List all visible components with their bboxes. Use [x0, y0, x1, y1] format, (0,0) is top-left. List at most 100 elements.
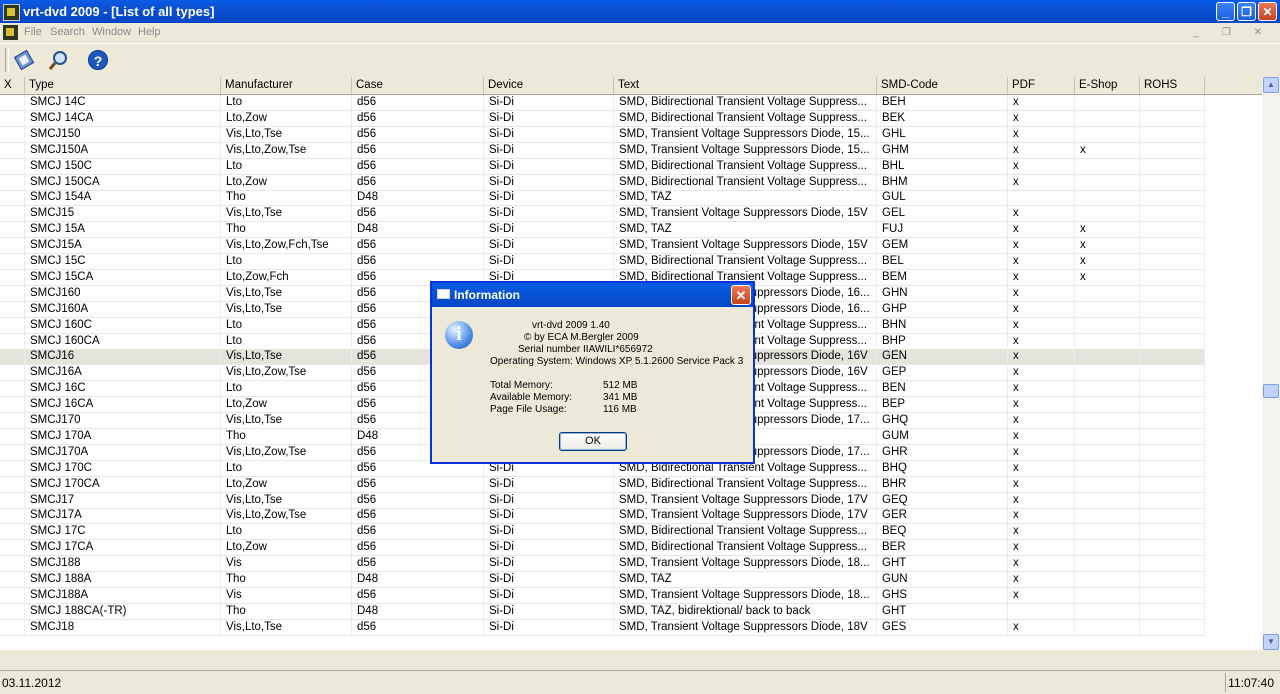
column-header-type[interactable]: Type — [25, 77, 221, 94]
cell-manufacturer: Lto,Zow — [221, 110, 352, 127]
table-row[interactable]: SMCJ 17C Lto d56 Si-Di SMD, Bidirectional Tr… — [0, 524, 1205, 541]
table-row[interactable]: SMCJ150A Vis,Lto,Zow,Tse d56 Si-Di SMD, Tran… — [0, 142, 1205, 159]
cell-case: d56 — [352, 524, 484, 541]
dialog-version: vrt-dvd 2009 1.40 — [532, 320, 610, 331]
table-row[interactable]: SMCJ 188CA(-TR) Tho D48 Si-Di SMD, TAZ, bidi… — [0, 603, 1205, 620]
help-button[interactable]: ? — [86, 48, 110, 72]
cell-case: d56 — [352, 238, 484, 255]
table-row[interactable]: SMCJ15A Vis,Lto,Zow,Fch,Tse d56 Si-Di SMD, T… — [0, 238, 1205, 255]
table-row[interactable]: SMCJ 170CA Lto,Zow d56 Si-Di SMD, Bidirectio… — [0, 476, 1205, 493]
cell-device: Si-Di — [484, 572, 614, 588]
cell-smd-code: GHP — [877, 301, 1008, 318]
table-row[interactable]: SMCJ 15A Tho D48 Si-Di SMD, TAZ FUJ x x — [0, 222, 1205, 239]
cell-text: SMD, Transient Voltage Suppressors Diode… — [614, 556, 877, 573]
close-button[interactable]: ✕ — [1258, 2, 1277, 21]
cell-pdf: x — [1008, 110, 1075, 127]
cell-case: d56 — [352, 126, 484, 143]
table-row[interactable]: SMCJ15 Vis,Lto,Tse d56 Si-Di SMD, Transient … — [0, 206, 1205, 223]
cell-manufacturer: Vis,Lto,Zow,Fch,Tse — [221, 238, 352, 255]
cell-x — [0, 365, 25, 382]
table-row[interactable]: SMCJ17 Vis,Lto,Tse d56 Si-Di SMD, Transient … — [0, 492, 1205, 509]
cell-case: d56 — [352, 206, 484, 223]
cell-pdf: x — [1008, 333, 1075, 350]
table-row[interactable]: SMCJ18 Vis,Lto,Tse d56 Si-Di SMD, Transient … — [0, 619, 1205, 636]
table-row[interactable]: SMCJ 17CA Lto,Zow d56 Si-Di SMD, Bidirection… — [0, 540, 1205, 557]
table-row[interactable]: SMCJ 154A Tho D48 Si-Di SMD, TAZ GUL — [0, 190, 1205, 207]
cell-manufacturer: Lto — [221, 460, 352, 477]
search-button[interactable] — [46, 48, 70, 72]
menu-help[interactable]: Help — [138, 26, 161, 38]
cell-smd-code: GHR — [877, 444, 1008, 461]
column-header-device[interactable]: Device — [484, 77, 614, 94]
cell-pdf: x — [1008, 95, 1075, 111]
cell-case: d56 — [352, 158, 484, 175]
cell-type: SMCJ170 — [25, 413, 221, 429]
cell-type: SMCJ17A — [25, 508, 221, 525]
cell-eshop — [1075, 492, 1140, 509]
vertical-scrollbar[interactable]: ▲ ▼ — [1262, 77, 1280, 650]
dialog-close-button[interactable]: ✕ — [731, 285, 751, 305]
scroll-up-arrow-icon[interactable]: ▲ — [1263, 77, 1279, 93]
cell-x — [0, 540, 25, 557]
table-row[interactable]: SMCJ 150CA Lto,Zow d56 Si-Di SMD, Bidirectio… — [0, 174, 1205, 191]
cell-eshop — [1075, 301, 1140, 318]
cell-case: d56 — [352, 95, 484, 111]
cell-manufacturer: Vis,Lto,Zow,Tse — [221, 444, 352, 461]
scroll-down-arrow-icon[interactable]: ▼ — [1263, 634, 1279, 650]
book-search-button[interactable] — [13, 48, 37, 72]
cell-smd-code: BHM — [877, 174, 1008, 191]
column-header-manufacturer[interactable]: Manufacturer — [221, 77, 352, 94]
cell-text: SMD, Bidirectional Transient Voltage Sup… — [614, 254, 877, 270]
cell-device: Si-Di — [484, 508, 614, 525]
cell-x — [0, 126, 25, 143]
mdi-window-controls[interactable]: _ ❐ ✕ — [1194, 27, 1272, 38]
column-header-pdf[interactable]: PDF — [1008, 77, 1075, 94]
menu-file[interactable]: File — [24, 26, 42, 38]
cell-smd-code: BHQ — [877, 460, 1008, 477]
cell-rohs — [1140, 556, 1205, 573]
ok-button[interactable]: OK — [559, 432, 627, 451]
cell-manufacturer: Tho — [221, 190, 352, 207]
table-row[interactable]: SMCJ 14C Lto d56 Si-Di SMD, Bidirectional Tr… — [0, 95, 1205, 111]
table-row[interactable]: SMCJ188A Vis d56 Si-Di SMD, Transient Voltag… — [0, 587, 1205, 604]
cell-pdf: x — [1008, 556, 1075, 573]
cell-manufacturer: Vis — [221, 556, 352, 573]
menu-bar: File Search Window Help _ ❐ ✕ — [0, 23, 1280, 42]
cell-pdf: x — [1008, 508, 1075, 525]
cell-type: SMCJ16 — [25, 349, 221, 366]
column-header-rohs[interactable]: ROHS — [1140, 77, 1205, 94]
table-row[interactable]: SMCJ188 Vis d56 Si-Di SMD, Transient Voltage… — [0, 556, 1205, 573]
table-row[interactable]: SMCJ 15C Lto d56 Si-Di SMD, Bidirectional Tr… — [0, 254, 1205, 270]
table-row[interactable]: SMCJ 14CA Lto,Zow d56 Si-Di SMD, Bidirection… — [0, 110, 1205, 127]
column-header-eshop[interactable]: E-Shop — [1075, 77, 1140, 94]
cell-type: SMCJ 170CA — [25, 476, 221, 493]
minimize-button[interactable]: _ — [1216, 2, 1235, 21]
document-icon[interactable] — [3, 25, 18, 40]
table-row[interactable]: SMCJ17A Vis,Lto,Zow,Tse d56 Si-Di SMD, Trans… — [0, 508, 1205, 525]
column-header-text[interactable]: Text — [614, 77, 877, 94]
cell-pdf: x — [1008, 492, 1075, 509]
app-icon — [3, 4, 20, 21]
cell-smd-code: GHS — [877, 587, 1008, 604]
cell-manufacturer: Tho — [221, 603, 352, 620]
restore-button[interactable]: ❐ — [1237, 2, 1256, 21]
table-row[interactable]: SMCJ 188A Tho D48 Si-Di SMD, TAZ GUN x — [0, 572, 1205, 588]
menu-window[interactable]: Window — [92, 26, 131, 38]
cell-type: SMCJ150 — [25, 126, 221, 143]
menu-search[interactable]: Search — [50, 26, 85, 38]
cell-text: SMD, TAZ — [614, 572, 877, 588]
cell-x — [0, 508, 25, 525]
table-row[interactable]: SMCJ 150C Lto d56 Si-Di SMD, Bidirectional T… — [0, 158, 1205, 175]
cell-rohs — [1140, 126, 1205, 143]
cell-type: SMCJ15 — [25, 206, 221, 223]
column-header-case[interactable]: Case — [352, 77, 484, 94]
column-header-smd-code[interactable]: SMD-Code — [877, 77, 1008, 94]
cell-device: Si-Di — [484, 540, 614, 557]
scroll-thumb[interactable] — [1263, 384, 1279, 398]
table-row[interactable]: SMCJ150 Vis,Lto,Tse d56 Si-Di SMD, Transient… — [0, 126, 1205, 143]
cell-eshop — [1075, 619, 1140, 636]
column-header-x[interactable]: X — [0, 77, 25, 94]
cell-case: d56 — [352, 540, 484, 557]
cell-type: SMCJ 150CA — [25, 174, 221, 191]
page-file-value: 116 MB — [603, 404, 637, 415]
